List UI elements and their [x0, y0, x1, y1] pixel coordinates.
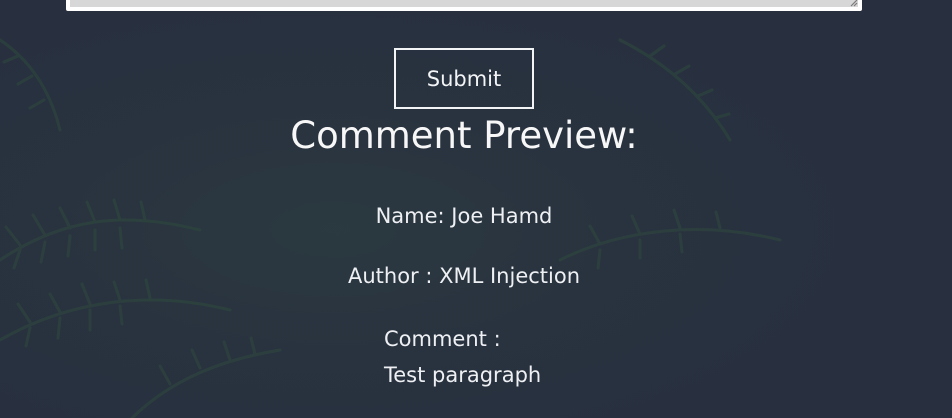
preview-name: Name: Joe Hamd: [375, 204, 553, 228]
page-content: Submit Comment Preview: Name: Joe Hamd A…: [0, 0, 952, 418]
textarea-fill: [70, 0, 858, 7]
comment-preview-heading: Comment Preview:: [290, 114, 638, 157]
comment-label: Comment :: [384, 327, 501, 351]
preview-author: Author : XML Injection: [347, 264, 581, 288]
comment-textarea[interactable]: [66, 0, 862, 11]
comment-text: Test paragraph: [384, 363, 542, 387]
preview-comment: Comment : Test paragraph: [384, 321, 541, 393]
submit-button[interactable]: Submit: [394, 48, 534, 109]
resize-handle-icon[interactable]: [848, 0, 858, 7]
